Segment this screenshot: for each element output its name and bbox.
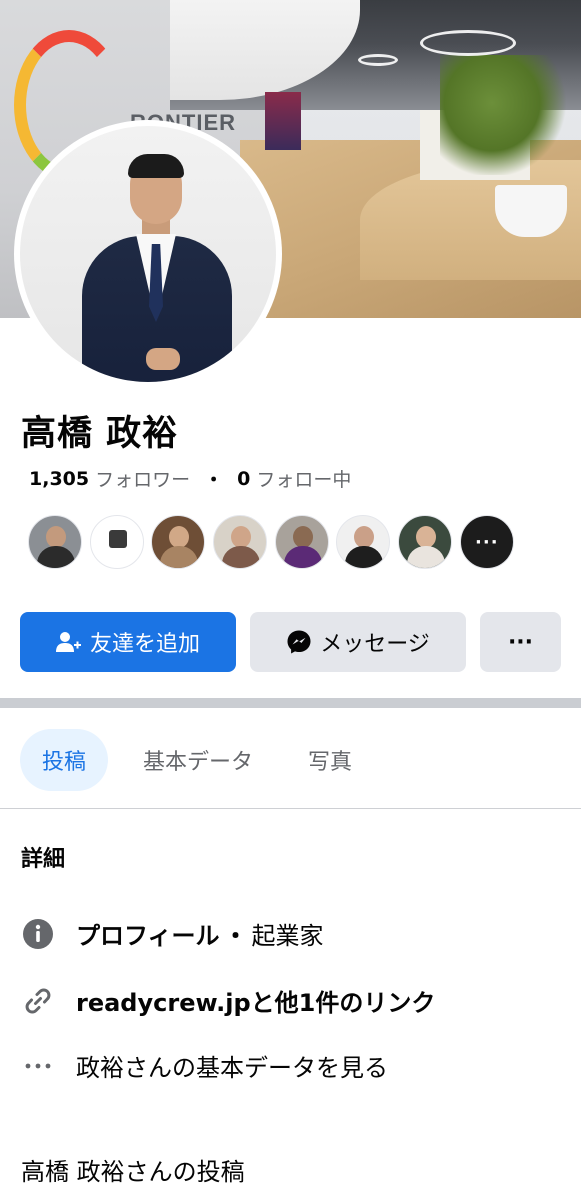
info-icon xyxy=(21,917,55,951)
posts-section-title: 高橋 政裕さんの投稿 xyxy=(21,1158,245,1186)
messenger-icon xyxy=(286,629,312,655)
link-icon xyxy=(21,984,55,1018)
more-dots-icon: ··· xyxy=(475,531,499,553)
links-text: readycrew.jpと他1件のリンク xyxy=(76,989,436,1017)
more-horizontal-icon: ··· xyxy=(507,629,534,655)
tab-about[interactable]: 基本データ xyxy=(143,729,253,791)
friend-avatar[interactable] xyxy=(213,515,268,569)
more-options-button[interactable]: ··· xyxy=(480,612,561,672)
tabs-divider xyxy=(0,808,581,809)
friend-avatar[interactable] xyxy=(274,515,329,569)
profile-actions: 友達を追加 メッセージ ··· xyxy=(20,612,561,672)
detail-about-link[interactable]: 政裕さんの基本データを見る xyxy=(21,1048,388,1083)
more-friends-button[interactable]: ··· xyxy=(459,515,514,569)
profile-name: 高橋 政裕 xyxy=(21,414,179,454)
detail-links[interactable]: readycrew.jpと他1件のリンク xyxy=(21,983,435,1018)
profile-type-label: プロフィール xyxy=(76,922,220,950)
stats-separator: ・ xyxy=(204,469,224,491)
tab-photos[interactable]: 写真 xyxy=(308,729,352,791)
occupation-text: 起業家 xyxy=(251,922,324,950)
profile-type-separator: ・ xyxy=(223,922,248,950)
friend-avatar[interactable] xyxy=(336,515,391,569)
avatar xyxy=(20,126,276,382)
add-friend-icon xyxy=(55,630,82,654)
followers-label: フォロワー xyxy=(95,469,191,491)
friend-avatar[interactable] xyxy=(151,515,206,569)
detail-profile-type: プロフィール ・ 起業家 xyxy=(21,916,324,951)
cover-plant-pot xyxy=(495,185,567,237)
friend-avatar[interactable] xyxy=(89,515,144,569)
profile-picture[interactable] xyxy=(14,120,282,388)
cover-screen xyxy=(265,92,301,150)
profile-tabs: 投稿 基本データ 写真 xyxy=(20,729,352,791)
message-button[interactable]: メッセージ xyxy=(250,612,466,672)
followers-count: 1,305 xyxy=(29,467,90,490)
cover-ring-light xyxy=(420,30,516,56)
following-label: フォロー中 xyxy=(256,469,352,491)
following-count: 0 xyxy=(237,467,251,490)
avatar-hand xyxy=(146,348,180,370)
about-link-text: 政裕さんの基本データを見る xyxy=(76,1054,388,1082)
follow-stats[interactable]: 1,305 フォロワー ・ 0 フォロー中 xyxy=(29,465,351,492)
section-divider xyxy=(0,698,581,708)
cover-ring-light xyxy=(358,54,398,66)
add-friend-button[interactable]: 友達を追加 xyxy=(20,612,236,672)
message-label: メッセージ xyxy=(320,632,430,657)
details-title: 詳細 xyxy=(21,847,66,872)
tab-posts[interactable]: 投稿 xyxy=(20,729,108,791)
friend-avatar[interactable] xyxy=(28,515,82,569)
friends-avatars[interactable]: ··· xyxy=(28,515,522,569)
more-dots-icon xyxy=(21,1049,55,1083)
avatar-hair xyxy=(128,154,184,178)
add-friend-label: 友達を追加 xyxy=(89,632,200,657)
friend-avatar[interactable] xyxy=(398,515,453,569)
cover-plant xyxy=(440,55,570,175)
